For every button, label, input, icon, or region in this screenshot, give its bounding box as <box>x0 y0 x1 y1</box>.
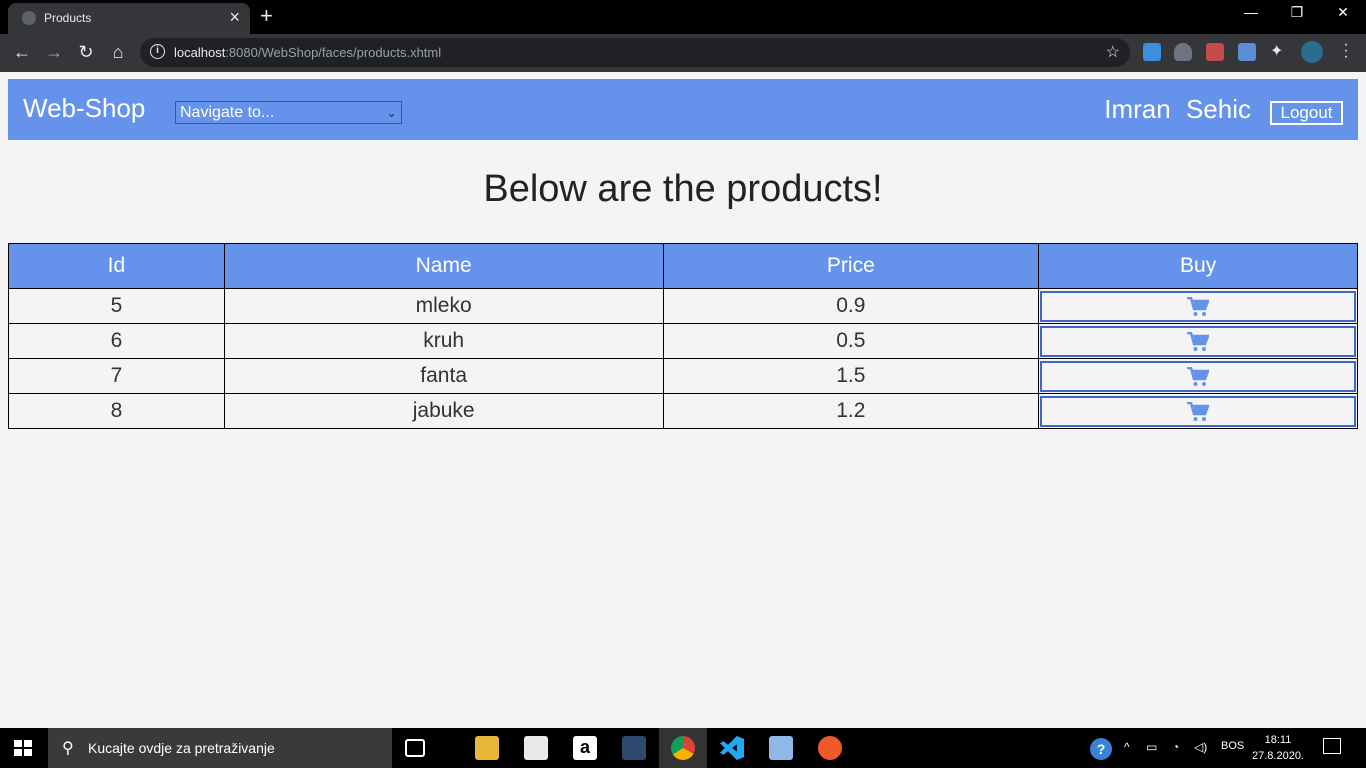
cell-id: 5 <box>8 288 225 324</box>
cell-price: 1.2 <box>662 393 1040 429</box>
page-content: Web-Shop Navigate to... ⌄ Imran Sehic Lo… <box>0 72 1366 728</box>
globe-icon <box>22 11 36 25</box>
navigate-select-value: Navigate to... <box>180 104 275 121</box>
restore-button[interactable]: ❐ <box>1274 4 1320 21</box>
shopping-cart-icon <box>1187 331 1210 351</box>
username-label: Imran Sehic <box>1104 94 1251 124</box>
battery-icon[interactable]: ▭ <box>1146 740 1157 754</box>
puzzle-extensions-icon[interactable]: ✦ <box>1270 41 1288 60</box>
file-explorer-icon[interactable] <box>475 736 499 760</box>
site-navbar: Web-Shop Navigate to... ⌄ Imran Sehic Lo… <box>8 79 1358 140</box>
forward-arrow-icon[interactable]: → <box>42 42 66 63</box>
profile-avatar[interactable] <box>1301 41 1323 63</box>
cell-id: 7 <box>8 358 225 394</box>
cube-extension-icon[interactable] <box>1238 43 1256 61</box>
url-text[interactable]: localhost:8080/WebShop/faces/products.xh… <box>174 45 441 60</box>
cell-name: mleko <box>223 288 664 324</box>
chevron-down-icon: ⌄ <box>386 105 397 120</box>
store-icon[interactable] <box>524 736 548 760</box>
minimize-button[interactable]: — <box>1228 4 1274 20</box>
cell-buy <box>1038 393 1358 429</box>
cell-name: fanta <box>223 358 664 394</box>
wifi-icon[interactable]: ◔ <box>1172 740 1179 754</box>
chrome-icon[interactable] <box>671 736 695 760</box>
site-brand[interactable]: Web-Shop <box>23 93 145 124</box>
cell-buy <box>1038 288 1358 324</box>
clock-time: 18:11 <box>1264 734 1292 746</box>
windows-taskbar: ⚲ Kucajte ovdje za pretraživanje a ? ^ ▭… <box>0 728 1366 768</box>
postman-icon[interactable] <box>818 736 842 760</box>
home-icon[interactable]: ⌂ <box>106 42 130 63</box>
show-hidden-icons-chevron-icon[interactable]: ^ <box>1124 740 1130 754</box>
column-header-buy: Buy <box>1038 243 1358 289</box>
help-icon[interactable]: ? <box>1090 738 1112 760</box>
url-host: localhost <box>174 45 226 60</box>
logout-button[interactable]: Logout <box>1270 101 1343 125</box>
amazon-icon[interactable]: a <box>573 736 597 760</box>
task-view-icon[interactable] <box>405 739 425 757</box>
taskbar-search-input[interactable]: ⚲ Kucajte ovdje za pretraživanje <box>48 728 392 768</box>
reload-icon[interactable]: ↻ <box>74 42 98 63</box>
taskbar-clock[interactable]: 18:11 27.8.2020. <box>1252 732 1304 764</box>
vscode-icon[interactable] <box>720 736 744 760</box>
table-header-row: Id Name Price Buy <box>8 243 1358 289</box>
shield-extension-icon[interactable] <box>1174 43 1192 61</box>
back-arrow-icon[interactable]: ← <box>10 42 34 63</box>
clock-date: 27.8.2020. <box>1252 750 1304 762</box>
bookmark-star-icon[interactable]: ☆ <box>1106 42 1120 62</box>
cell-price: 0.9 <box>662 288 1040 324</box>
column-header-name: Name <box>223 243 664 289</box>
navigate-select[interactable]: Navigate to... ⌄ <box>175 101 402 124</box>
cell-buy <box>1038 323 1358 359</box>
page-title: Below are the products! <box>483 168 883 210</box>
cell-price: 0.5 <box>662 323 1040 359</box>
shopping-cart-icon <box>1187 296 1210 316</box>
buy-button[interactable] <box>1040 360 1356 392</box>
url-path: :8080/WebShop/faces/products.xhtml <box>225 45 442 60</box>
browser-tab-products[interactable]: Products × <box>8 3 250 34</box>
products-table: Id Name Price Buy 5 mleko 0.9 6 kruh 0.5… <box>8 243 1358 429</box>
shopping-cart-icon <box>1187 366 1210 386</box>
cell-price: 1.5 <box>662 358 1040 394</box>
mysql-workbench-icon[interactable] <box>622 736 646 760</box>
cell-name: jabuke <box>223 393 664 429</box>
cell-id: 8 <box>8 393 225 429</box>
new-tab-button[interactable]: + <box>260 3 273 29</box>
table-row: 8 jabuke 1.2 <box>8 393 1358 429</box>
close-tab-icon[interactable]: × <box>229 7 240 28</box>
table-row: 7 fanta 1.5 <box>8 358 1358 394</box>
download-extension-icon[interactable] <box>1143 43 1161 61</box>
virtualbox-icon[interactable] <box>769 736 793 760</box>
table-row: 6 kruh 0.5 <box>8 323 1358 359</box>
windows-start-icon[interactable] <box>14 740 32 756</box>
column-header-id: Id <box>8 243 225 289</box>
language-indicator[interactable]: BOS <box>1221 740 1244 752</box>
buy-button[interactable] <box>1040 290 1356 322</box>
site-info-icon[interactable]: i <box>150 44 165 59</box>
browser-tabstrip: Products × + — ❐ ✕ <box>0 0 1366 34</box>
table-row: 5 mleko 0.9 <box>8 288 1358 324</box>
taskbar-search-placeholder: Kucajte ovdje za pretraživanje <box>88 740 275 756</box>
column-header-price: Price <box>662 243 1040 289</box>
cell-buy <box>1038 358 1358 394</box>
shopping-cart-icon <box>1187 401 1210 421</box>
window-close-button[interactable]: ✕ <box>1320 4 1366 21</box>
notifications-icon[interactable] <box>1323 738 1341 754</box>
volume-icon[interactable]: ◁) <box>1194 740 1207 754</box>
search-icon: ⚲ <box>62 740 74 757</box>
buy-button[interactable] <box>1040 325 1356 357</box>
buy-button[interactable] <box>1040 395 1356 427</box>
browser-toolbar: ← → ↻ ⌂ i localhost:8080/WebShop/faces/p… <box>0 34 1366 72</box>
cell-id: 6 <box>8 323 225 359</box>
cell-name: kruh <box>223 323 664 359</box>
address-bar[interactable]: i localhost:8080/WebShop/faces/products.… <box>140 38 1130 67</box>
extension-icon[interactable] <box>1206 43 1224 61</box>
browser-menu-icon[interactable]: · · · <box>1338 37 1354 65</box>
tab-title: Products <box>44 11 92 25</box>
